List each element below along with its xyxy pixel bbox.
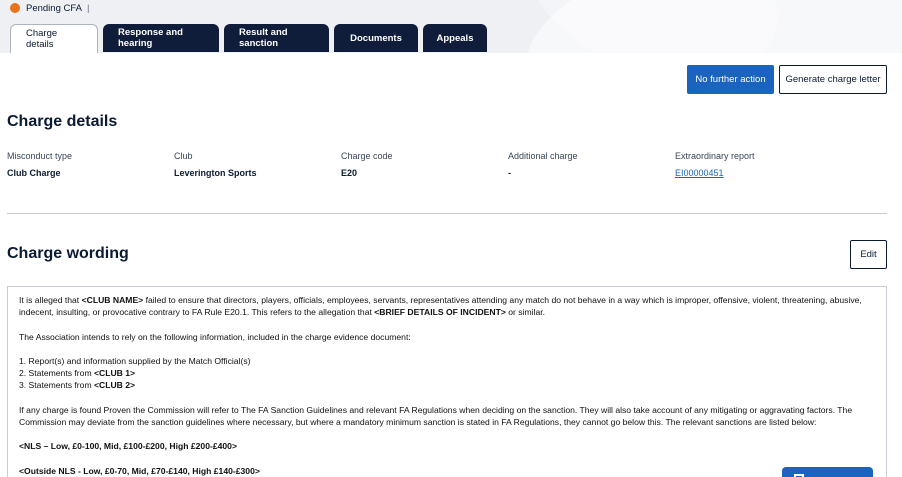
section-divider — [7, 213, 887, 214]
evidence-list-item: 1. Report(s) and information supplied by… — [19, 355, 251, 366]
field-value: - — [508, 168, 511, 178]
club-field: Club Leverington Sports — [174, 151, 334, 178]
field-value: E20 — [341, 168, 358, 178]
placeholder-nls: <NLS – Low, £0-100, Mid, £100-£200, High… — [19, 441, 237, 452]
field-label: Misconduct type — [7, 151, 73, 161]
tab-response-and-hearing[interactable]: Response and hearing — [103, 24, 219, 52]
field-label: Additional charge — [508, 151, 578, 161]
wording-paragraph: If any charge is found Proven the Commis… — [19, 404, 853, 428]
edit-wording-button[interactable]: Edit — [850, 240, 887, 269]
tab-result-and-sanction[interactable]: Result and sanction — [224, 24, 329, 52]
evidence-list-item: 2. Statements from <CLUB 1> — [19, 367, 875, 379]
field-value: Club Charge — [7, 168, 61, 178]
placeholder-outside-nls: <Outside NLS - Low, £0-70, Mid, £70-£140… — [19, 465, 260, 476]
sanction-outside-nls: <Outside NLS - Low, £0-70, Mid, £70-£140… — [19, 465, 875, 477]
no-further-action-button[interactable]: No further action — [687, 65, 774, 94]
top-bar: Pending CFA | Charge details Response an… — [0, 0, 902, 56]
wording-paragraph: The Association intends to rely on the f… — [19, 331, 411, 342]
field-label: Extraordinary report — [675, 151, 755, 161]
status-dot-icon — [10, 3, 20, 13]
wording-text: 2. Statements from — [19, 368, 94, 379]
extraordinary-report-link[interactable]: EI00000451 — [675, 168, 835, 178]
status-separator: | — [86, 2, 90, 14]
placeholder-club-name: <CLUB NAME> — [81, 295, 144, 305]
charge-wording-text: It is alleged that <CLUB NAME> failed to… — [7, 286, 887, 477]
case-status: Pending CFA | — [10, 1, 89, 15]
placeholder-club-2: <CLUB 2> — [94, 380, 136, 391]
additional-charge-field: Additional charge - — [508, 151, 668, 178]
wording-text: 3. Statements from — [19, 380, 94, 391]
charge-code-field: Charge code E20 — [341, 151, 501, 178]
tab-documents[interactable]: Documents — [334, 24, 418, 52]
charge-details-panel: No further action Generate charge letter… — [0, 53, 902, 477]
wording-text: It is alleged that — [19, 295, 82, 305]
placeholder-club-1: <CLUB 1> — [94, 368, 136, 379]
charge-details-heading: Charge details — [7, 113, 118, 130]
tab-appeals[interactable]: Appeals — [423, 24, 487, 52]
extraordinary-report-field: Extraordinary report EI00000451 — [675, 151, 835, 178]
status-label: Pending CFA — [26, 2, 82, 14]
field-label: Club — [174, 151, 193, 161]
field-label: Charge code — [341, 151, 393, 161]
wording-paragraph: It is alleged that <CLUB NAME> failed to… — [19, 294, 875, 319]
tab-charge-details[interactable]: Charge details — [10, 24, 98, 53]
placeholder-brief-details: <BRIEF DETAILS OF INCIDENT> — [374, 307, 506, 318]
wording-text: or similar. — [505, 307, 546, 318]
sanction-nls: <NLS – Low, £0-100, Mid, £100-£200, High… — [19, 440, 875, 452]
charge-wording-heading: Charge wording — [7, 245, 129, 262]
generate-charge-letter-button[interactable]: Generate charge letter — [779, 65, 887, 94]
floating-action-button[interactable] — [782, 467, 873, 477]
tab-bar: Charge details Response and hearing Resu… — [10, 24, 487, 53]
field-value: Leverington Sports — [174, 168, 257, 178]
evidence-list-item: 3. Statements from <CLUB 2> — [19, 379, 875, 391]
misconduct-type-field: Misconduct type Club Charge — [7, 151, 167, 178]
